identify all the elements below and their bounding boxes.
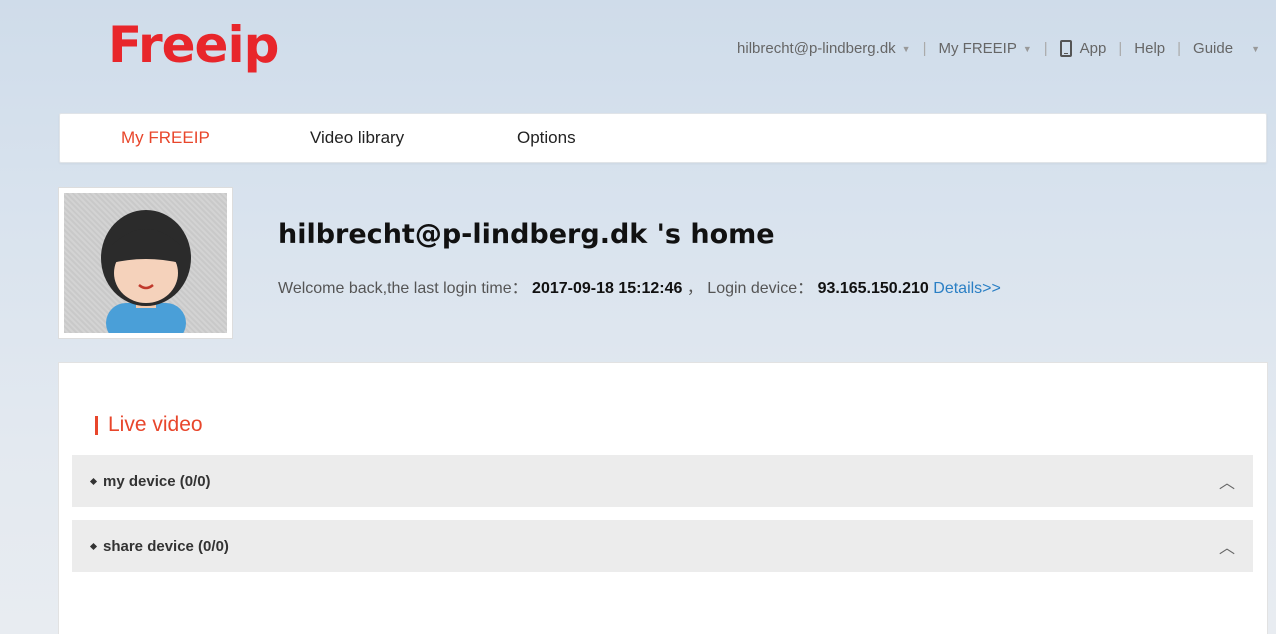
section-title: Live video (95, 413, 203, 437)
group-label: my device (0/0) (89, 472, 211, 490)
last-login-time: 2017-09-18 15:12:46 (532, 280, 683, 297)
caret-down-icon: ▼ (901, 43, 911, 54)
avatar-image (64, 193, 227, 333)
chevron-up-icon[interactable]: ︿ (1219, 469, 1235, 493)
page-title: hilbrecht@p-lindberg.dk 's home (278, 219, 775, 250)
top-nav: hilbrecht@p-lindberg.dk ▼ | My FREEIP ▼ … (737, 40, 1260, 57)
diamond-bullet-icon (89, 477, 98, 485)
main-nav: My FREEIP Video library Options (59, 113, 1267, 163)
tab-my-freeip[interactable]: My FREEIP (121, 128, 210, 148)
my-freeip-menu[interactable]: My FREEIP ▼ (939, 40, 1032, 57)
last-login-info: Welcome back,the last login time： 2017-0… (278, 274, 1001, 298)
help-link[interactable]: Help (1134, 40, 1165, 57)
separator: | (1118, 40, 1123, 57)
app-link-label: App (1079, 40, 1107, 57)
group-label: share device (0/0) (89, 537, 229, 555)
tab-options[interactable]: Options (517, 128, 576, 148)
tab-video-library[interactable]: Video library (310, 128, 404, 148)
diamond-bullet-icon (89, 542, 98, 550)
group-share-device[interactable]: share device (0/0) ︿ (72, 520, 1253, 572)
share-device-label: share device (0/0) (103, 537, 229, 555)
separator: | (922, 40, 927, 57)
caret-down-icon: ▼ (1251, 43, 1260, 54)
help-link-label: Help (1134, 40, 1166, 57)
chevron-up-icon[interactable]: ︿ (1219, 534, 1235, 558)
group-my-device[interactable]: my device (0/0) ︿ (72, 455, 1253, 507)
welcome-text: Welcome back,the last login time： (278, 280, 528, 297)
caret-down-icon: ▼ (1022, 43, 1032, 54)
live-video-panel: Live video my device (0/0) ︿ share devic… (58, 362, 1268, 634)
details-link[interactable]: Details>> (933, 280, 1001, 297)
my-device-label: my device (0/0) (103, 472, 211, 490)
avatar[interactable] (58, 187, 233, 339)
separator: | (1177, 40, 1182, 57)
live-video-title: Live video (108, 413, 203, 436)
phone-icon (1059, 40, 1072, 57)
separator: | (1043, 40, 1048, 57)
user-avatar-icon (101, 210, 191, 333)
my-freeip-menu-label: My FREEIP (938, 40, 1017, 57)
guide-menu[interactable]: Guide ▼ (1193, 40, 1260, 57)
device-label: ， Login device： (686, 280, 814, 297)
freeip-logo[interactable]: Freeip (108, 16, 279, 74)
user-menu[interactable]: hilbrecht@p-lindberg.dk ▼ (737, 40, 911, 57)
login-device-ip: 93.165.150.210 (817, 280, 929, 297)
guide-menu-label: Guide (1193, 40, 1234, 57)
title-accent-bar (95, 415, 98, 435)
user-menu-label: hilbrecht@p-lindberg.dk (737, 40, 896, 57)
app-link[interactable]: App (1059, 40, 1107, 57)
